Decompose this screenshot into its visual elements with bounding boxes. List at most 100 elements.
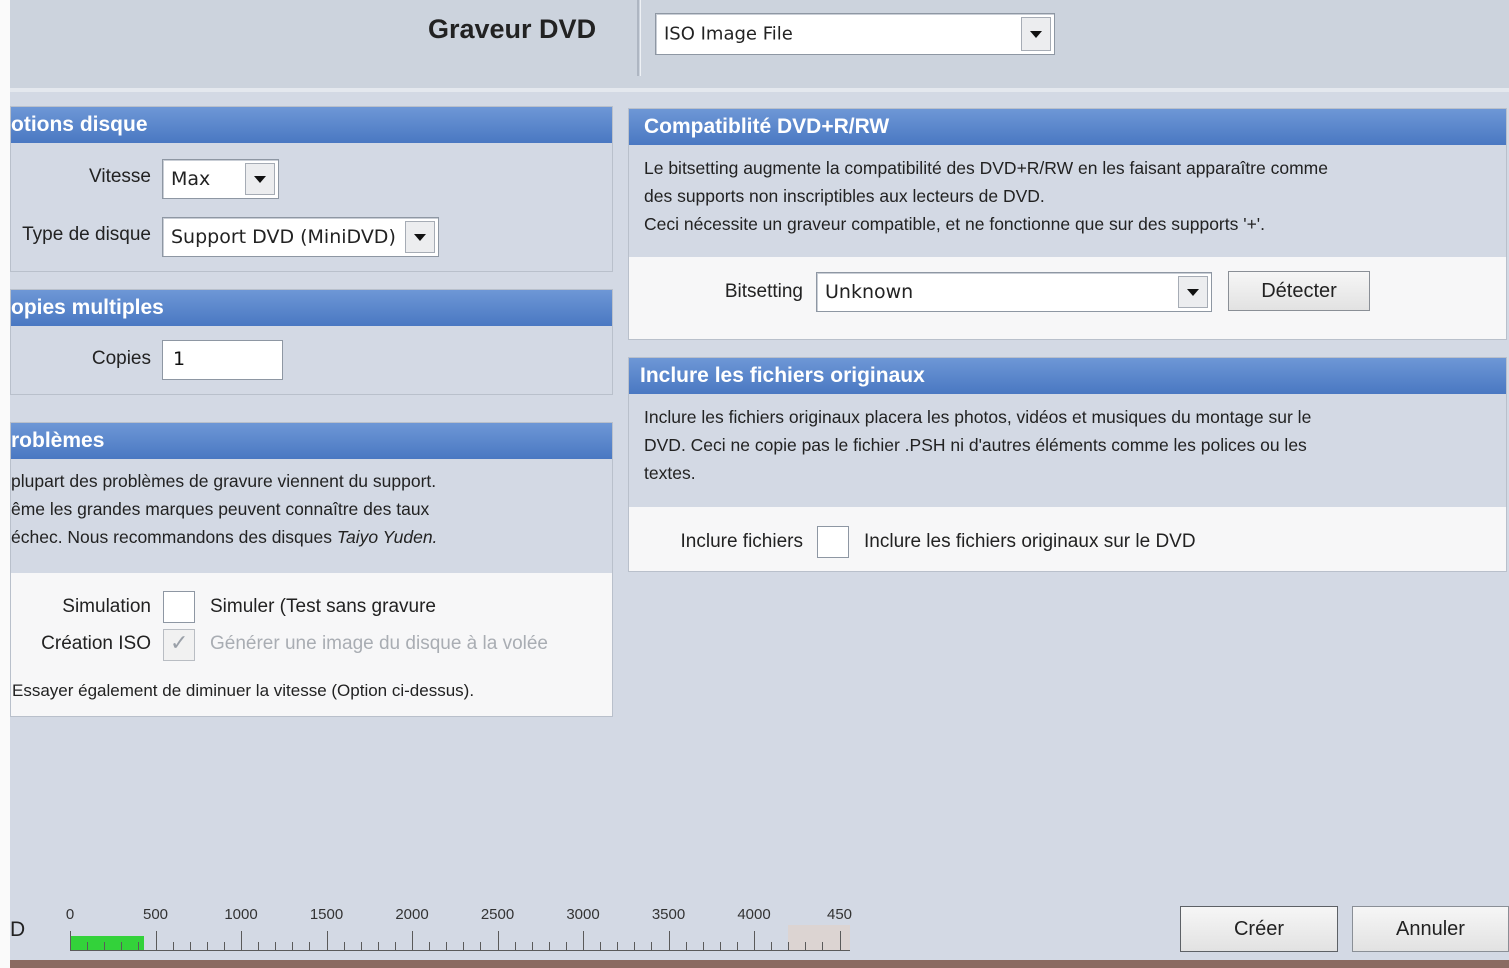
ruler-tick-label: 2000	[395, 906, 429, 923]
ruler-tick-label: 4000	[737, 906, 771, 923]
problemes-line3: échec. Nous recommandons des disques Tai…	[11, 523, 600, 551]
creation-iso-label: Création ISO	[41, 633, 151, 654]
page-title: Graveur DVD	[428, 14, 597, 44]
ruler-tick	[155, 931, 157, 951]
ruler-tick	[531, 942, 533, 951]
ruler-tick-label: 1500	[309, 906, 344, 923]
brand-name: Taiyo Yuden.	[336, 527, 438, 547]
inclure-fichiers-checkbox[interactable]	[817, 526, 849, 558]
ruler-axis	[70, 950, 850, 951]
ruler-tick	[822, 942, 824, 951]
checkmark-icon: ✓	[170, 631, 189, 656]
ruler-tick	[275, 942, 277, 951]
creation-iso-checkbox[interactable]: ✓	[163, 629, 195, 661]
ruler-tick	[736, 942, 738, 951]
vitesse-value: Max	[171, 168, 211, 190]
type-disque-value: Support DVD (MiniDVD)	[171, 226, 396, 248]
ruler-tick	[223, 942, 225, 951]
ruler-tick-label: 450	[826, 906, 853, 923]
chevron-down-icon[interactable]	[405, 221, 435, 253]
ruler-tick	[600, 942, 602, 951]
ruler-tick	[617, 942, 619, 951]
ruler-tick	[70, 931, 71, 951]
ruler-tick	[805, 942, 807, 951]
capacity-used-bar	[70, 936, 144, 950]
panel-title: opies multiples	[11, 290, 612, 326]
problemes-line1: plupart des problèmes de gravure viennen…	[11, 471, 437, 491]
ruler-tick	[172, 942, 174, 951]
ruler-tick-label: 500	[142, 906, 169, 923]
inclure-fichiers-label: Inclure fichiers	[680, 531, 804, 552]
ruler-tick	[206, 942, 208, 951]
simulation-text: Simuler (Test sans gravure	[210, 596, 436, 617]
ruler-tick	[241, 931, 242, 951]
ruler-tick	[377, 942, 379, 951]
ruler-tick	[754, 931, 755, 951]
originaux-description: Inclure les fichiers originaux placera l…	[629, 394, 1506, 487]
detect-button[interactable]: Détecter	[1228, 271, 1370, 311]
cancel-button[interactable]: Annuler	[1352, 906, 1509, 952]
ruler-tick	[685, 942, 687, 951]
problemes-description: plupart des problèmes de gravure viennen…	[11, 459, 612, 551]
vitesse-label: Vitesse	[89, 166, 151, 187]
panel-title: roblèmes	[11, 423, 612, 459]
compat-description: Le bitsetting augmente la compatibilité …	[629, 145, 1506, 238]
copies-label: Copies	[91, 348, 151, 369]
ruler-tick	[326, 931, 328, 951]
problemes-line2: ême les grandes marques peuvent connaîtr…	[11, 499, 430, 519]
compat-line2: des supports non inscriptibles aux lecte…	[644, 186, 1045, 206]
ruler-tick	[394, 942, 396, 951]
vitesse-select[interactable]: Max	[162, 159, 279, 199]
type-disque-label: Type de disque	[22, 224, 151, 245]
ruler-tick	[360, 942, 362, 951]
chevron-down-icon[interactable]	[245, 163, 275, 195]
problemes-line3-text: échec. Nous recommandons des disques	[11, 527, 337, 547]
ruler-tick	[87, 942, 89, 951]
burner-device-select[interactable]: ISO Image File	[655, 13, 1055, 55]
copies-input[interactable]: 1	[162, 340, 283, 380]
window-bottom-edge	[10, 960, 1509, 968]
ruler-tick	[309, 942, 311, 951]
ruler-tick	[651, 942, 653, 951]
chevron-down-icon[interactable]	[1178, 276, 1208, 308]
bitsetting-value: Unknown	[825, 281, 914, 303]
ruler-tick-label: 3000	[566, 906, 600, 923]
capacity-overflow-zone	[788, 925, 850, 950]
ruler-tick	[463, 942, 465, 951]
chevron-down-icon[interactable]	[1021, 17, 1051, 51]
create-button[interactable]: Créer	[1180, 906, 1338, 952]
header-shadow	[10, 88, 1509, 92]
ruler-tick	[771, 942, 773, 951]
ruler-tick	[138, 942, 140, 951]
creation-iso-text: Générer une image du disque à la volée	[210, 633, 549, 654]
simulation-label: Simulation	[62, 596, 151, 617]
ruler-tick	[702, 942, 704, 951]
compat-line1: Le bitsetting augmente la compatibilité …	[644, 158, 1328, 178]
ruler-tick-label: 0	[65, 906, 75, 923]
window-left-edge	[0, 0, 10, 968]
type-disque-select[interactable]: Support DVD (MiniDVD)	[162, 217, 439, 257]
panel-copies-multiples: opies multiples	[10, 289, 613, 395]
compat-line3: Ceci nécessite un graveur compatible, et…	[644, 214, 1266, 234]
panel-title: Compatiblité DVD+R/RW	[629, 109, 1506, 145]
ruler-tick-label: 3500	[651, 906, 686, 923]
header-divider	[637, 0, 639, 76]
bitsetting-select[interactable]: Unknown	[816, 272, 1212, 312]
ruler-tick-label: 1000	[224, 906, 258, 923]
ruler-tick	[788, 942, 790, 951]
originaux-line3: textes.	[644, 463, 696, 483]
inclure-fichiers-text: Inclure les fichiers originaux sur le DV…	[864, 531, 1196, 552]
ruler-tick	[292, 942, 294, 951]
originaux-line2: DVD. Ceci ne copie pas le fichier .PSH n…	[644, 435, 1307, 455]
speed-tip: Essayer également de diminuer la vitesse…	[12, 681, 475, 700]
ruler-tick	[104, 942, 106, 951]
ruler-tick	[121, 942, 123, 951]
simulation-checkbox[interactable]	[163, 591, 195, 623]
ruler-tick	[634, 942, 636, 951]
ruler-tick	[514, 942, 516, 951]
header-divider-highlight	[640, 0, 641, 76]
ruler-tick	[480, 942, 482, 951]
ruler-tick	[446, 942, 448, 951]
ruler-tick	[412, 931, 413, 951]
ruler-tick-label: 2500	[480, 906, 515, 923]
